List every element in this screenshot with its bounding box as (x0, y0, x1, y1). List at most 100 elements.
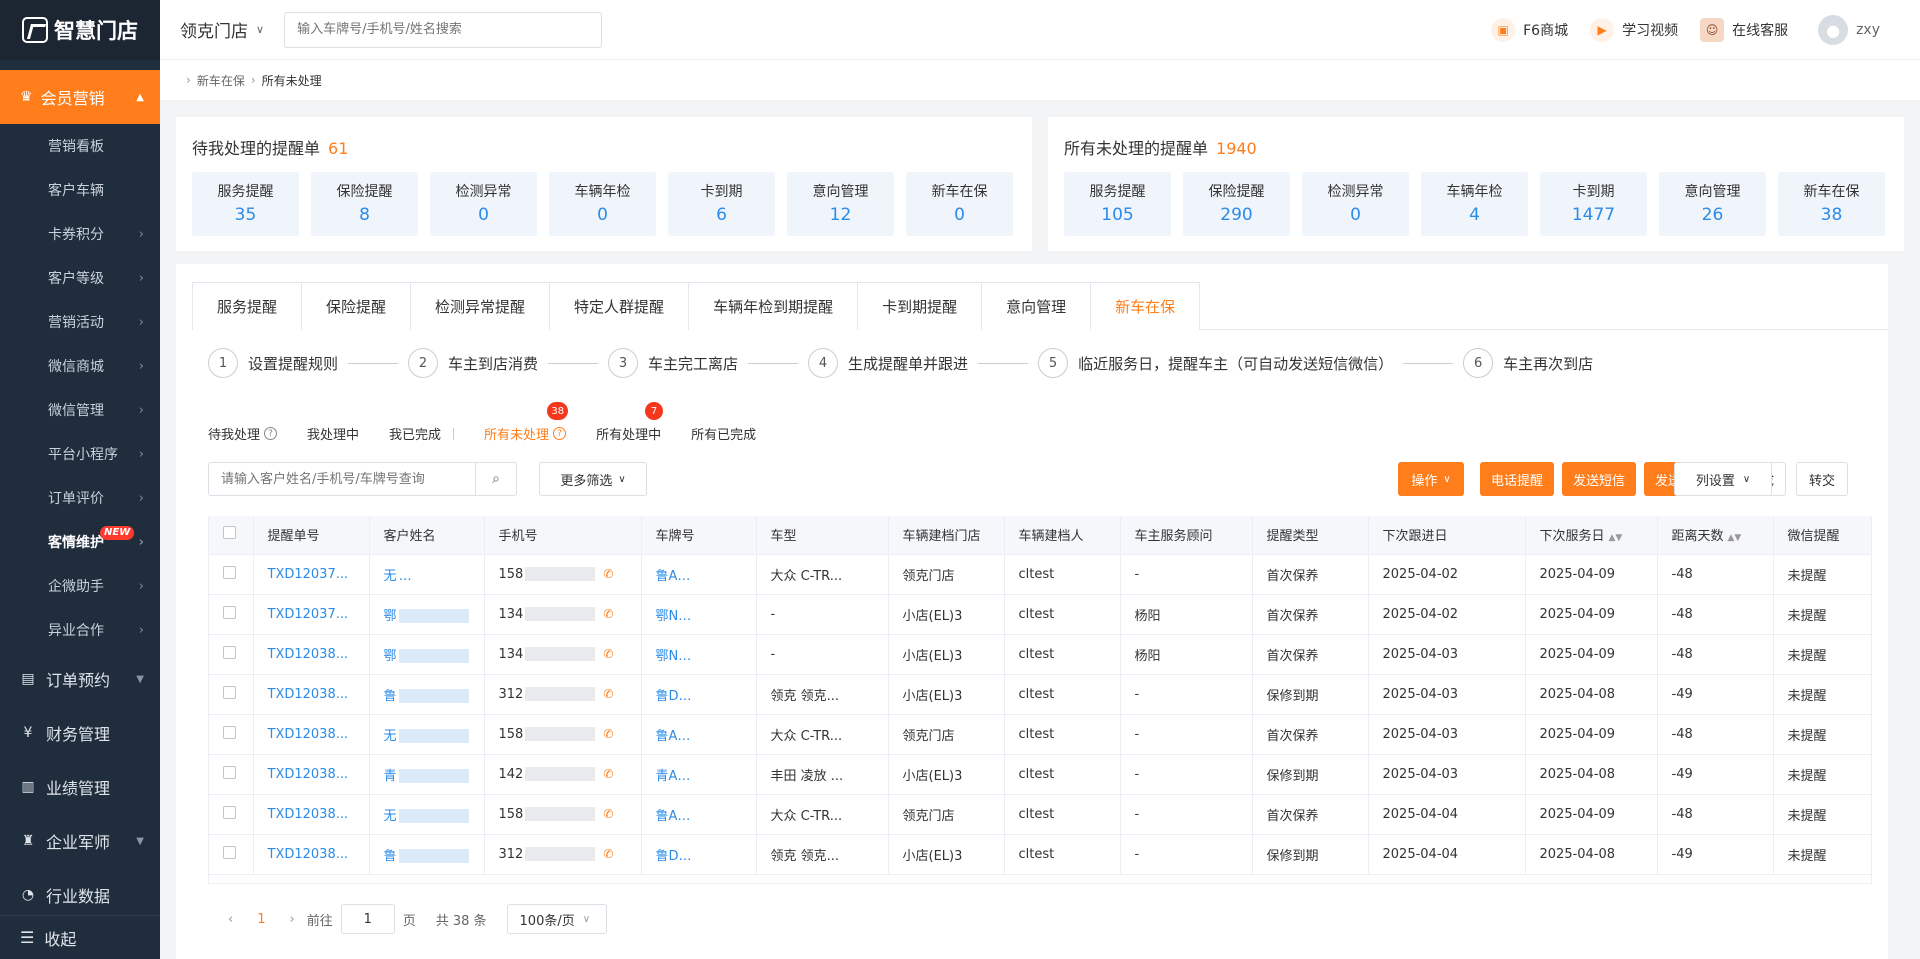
row-select-cell[interactable] (209, 714, 254, 755)
tab-item[interactable]: 车辆年检到期提醒 (688, 282, 858, 330)
summary-card[interactable]: 检测异常 0 (1302, 172, 1409, 236)
goto-page-input[interactable]: 1 (340, 904, 395, 934)
status-tab[interactable]: 我处理中 (307, 424, 359, 443)
phone-icon[interactable]: ✆ (603, 847, 613, 861)
status-tab[interactable]: 所有已完成 (691, 424, 756, 443)
row-checkbox[interactable] (223, 685, 236, 699)
column-settings-button[interactable]: 列设置 ∨ (1674, 462, 1772, 496)
sidebar-item[interactable]: 客户等级 › (0, 256, 160, 300)
summary-card[interactable]: 车辆年检 4 (1421, 172, 1528, 236)
phone-icon[interactable]: ✆ (603, 647, 613, 661)
user-menu[interactable]: ● zxy (1818, 15, 1880, 45)
row-select-cell[interactable] (209, 794, 254, 835)
sidebar-item[interactable]: 营销看板 (0, 124, 160, 168)
status-tab[interactable]: 所有处理中 7 (596, 402, 664, 443)
summary-card[interactable]: 车辆年检 0 (549, 172, 656, 236)
sort-icon[interactable]: ▲▼ (1609, 533, 1623, 543)
cell-plate[interactable]: 青A (641, 754, 757, 795)
phone-icon[interactable]: ✆ (603, 567, 613, 581)
call-reminder-button[interactable]: 电话提醒 (1480, 462, 1554, 496)
row-select-cell[interactable] (209, 834, 254, 875)
next-page-button[interactable]: › (289, 912, 294, 927)
cell-no[interactable]: TXD12038... (253, 634, 370, 675)
cell-no[interactable]: TXD12038... (253, 714, 370, 755)
collapse-button[interactable]: ☰ 收起 (0, 915, 160, 959)
sidebar-item[interactable]: 营销活动 › (0, 300, 160, 344)
video-link[interactable]: ▶ 学习视频 (1590, 18, 1678, 42)
customer-service-link[interactable]: ☺ 在线客服 (1700, 18, 1788, 42)
sidebar-item[interactable]: 客户车辆 (0, 168, 160, 212)
sidebar-item[interactable]: 平台小程序 › (0, 432, 160, 476)
cell-no[interactable]: TXD12038... (253, 794, 370, 835)
phone-icon[interactable]: ✆ (603, 727, 613, 741)
row-select-cell[interactable] (209, 754, 254, 795)
phone-icon[interactable]: ✆ (603, 807, 613, 821)
status-tab[interactable]: 所有未处理? 38 (484, 402, 569, 443)
row-select-cell[interactable] (209, 594, 254, 635)
cell-name[interactable]: 鲁 (369, 674, 485, 715)
cell-name[interactable]: 青 (369, 754, 485, 795)
store-selector[interactable]: 领克门店 ∨ (180, 17, 264, 42)
cell-name[interactable]: 无 (369, 794, 485, 835)
cell-name[interactable]: 无 (369, 554, 485, 595)
tab-item[interactable]: 卡到期提醒 (857, 282, 982, 330)
tab-item[interactable]: 保险提醒 (301, 282, 411, 330)
sidebar-group[interactable]: ◔ 行业数据 (0, 868, 160, 922)
transfer-button[interactable]: 转交 (1796, 462, 1848, 496)
sort-icon[interactable]: ▲▼ (1728, 533, 1742, 543)
table-row[interactable]: TXD12038... 青 142 ✆ 青A 丰田 凌放 ... 小店(EL)3 cltest… (209, 754, 1871, 795)
phone-icon[interactable]: ✆ (603, 767, 613, 781)
summary-card[interactable]: 新车在保 38 (1778, 172, 1885, 236)
tab-item[interactable]: 意向管理 (981, 282, 1091, 330)
table-row[interactable]: TXD12038... 无 158 ✆ 鲁A 大众 C-TR... 领克门店 cltest - 首… (209, 794, 1871, 835)
summary-card[interactable]: 卡到期 6 (668, 172, 775, 236)
cell-name[interactable]: 鄂 (369, 594, 485, 635)
sidebar-item[interactable]: 异业合作 › (0, 608, 160, 652)
cell-plate[interactable]: 鄂N (641, 594, 757, 635)
table-row[interactable]: TXD12037... 无 158 ✆ 鲁A 大众 C-TR... 领克门店 cltest -… (209, 554, 1871, 595)
cell-name[interactable]: 无 (369, 714, 485, 755)
breadcrumb-parent[interactable]: 新车在保 (197, 72, 245, 89)
summary-card[interactable]: 保险提醒 290 (1183, 172, 1290, 236)
cell-plate[interactable]: 鲁A (641, 714, 757, 755)
cell-plate[interactable]: 鲁A (641, 554, 757, 595)
table-row[interactable]: TXD12038... 无 158 ✆ 鲁A 大众 C-TR... 领克门店 cltest - 首… (209, 714, 1871, 755)
sidebar-group[interactable]: ♜ 企业军师 ▼ (0, 814, 160, 868)
status-tab[interactable]: 我已完成 (389, 424, 455, 443)
phone-icon[interactable]: ✆ (603, 687, 613, 701)
summary-card[interactable]: 服务提醒 35 (192, 172, 299, 236)
row-checkbox[interactable] (223, 645, 236, 659)
sidebar-group[interactable]: ▥ 业绩管理 (0, 760, 160, 814)
select-all-checkbox[interactable] (223, 526, 236, 540)
cell-name[interactable]: 鲁 (369, 834, 485, 875)
row-select-cell[interactable] (209, 634, 254, 675)
row-checkbox[interactable] (223, 605, 236, 619)
tab-item[interactable]: 特定人群提醒 (549, 282, 689, 330)
summary-card[interactable]: 服务提醒 105 (1064, 172, 1171, 236)
cell-name[interactable]: 鄂 (369, 634, 485, 675)
phone-icon[interactable]: ✆ (603, 607, 613, 621)
table-row[interactable]: TXD12038... 鲁 312 ✆ 鲁D 领克 领克... 小店(EL)3 cltest -… (209, 674, 1871, 715)
row-select-cell[interactable] (209, 674, 254, 715)
row-checkbox[interactable] (223, 565, 236, 579)
cell-no[interactable]: TXD12038... (253, 754, 370, 795)
operate-button[interactable]: 操作 ∨ (1398, 462, 1464, 496)
row-checkbox[interactable] (223, 805, 236, 819)
sidebar-item[interactable]: 微信管理 › (0, 388, 160, 432)
table-row[interactable]: TXD12037... 鄂 134 ✆ 鄂N - 小店(EL)3 cltest 杨阳 首次保养 20… (209, 594, 1871, 635)
cell-plate[interactable]: 鲁D (641, 834, 757, 875)
page-number[interactable]: 1 (257, 912, 265, 927)
row-checkbox[interactable] (223, 845, 236, 859)
cell-no[interactable]: TXD12038... (253, 834, 370, 875)
summary-card[interactable]: 保险提醒 8 (311, 172, 418, 236)
row-checkbox[interactable] (223, 765, 236, 779)
app-logo[interactable]: 智慧门店 (0, 0, 160, 60)
select-all-header[interactable] (209, 516, 254, 555)
sidebar-item[interactable]: 企微助手 › (0, 564, 160, 608)
search-button[interactable]: ⌕ (475, 462, 517, 496)
summary-card[interactable]: 卡到期 1477 (1540, 172, 1647, 236)
prev-page-button[interactable]: ‹ (228, 912, 233, 927)
tab-item[interactable]: 检测异常提醒 (410, 282, 550, 330)
cell-no[interactable]: TXD12038... (253, 674, 370, 715)
sidebar-item[interactable]: 客情维护 NEW › (0, 520, 160, 564)
